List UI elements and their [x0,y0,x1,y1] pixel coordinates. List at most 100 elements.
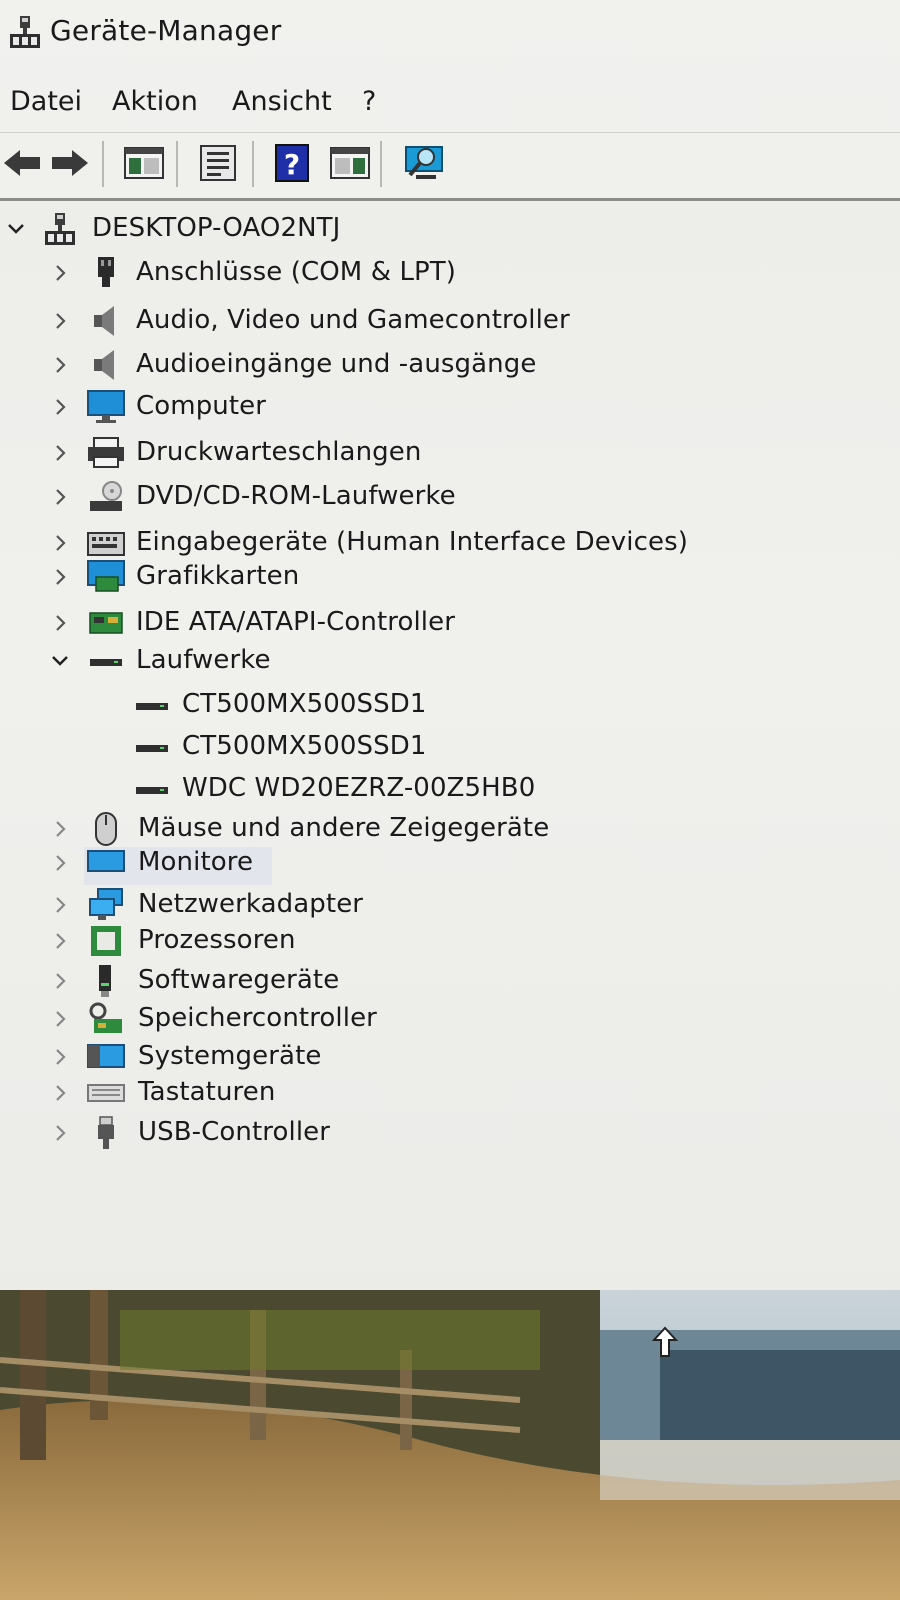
computer-network-icon [42,211,80,245]
mouse-cursor-icon [651,1326,679,1366]
drive-icon [132,771,170,805]
chevron-right-icon[interactable] [50,895,70,915]
show-hide-console-tree-icon[interactable] [122,141,166,185]
speaker-icon [88,303,126,337]
category-label: Systemgeräte [138,1041,322,1071]
tree-category-computer[interactable]: Computer [0,387,900,427]
chevron-right-icon[interactable] [50,1009,70,1029]
chevron-right-icon[interactable] [50,355,70,375]
device-manager-icon [8,14,42,50]
usb-icon [88,1115,126,1149]
tree-root-node[interactable]: DESKTOP-OAO2NTJ [0,209,900,249]
chevron-down-icon[interactable] [6,219,26,239]
menu-aktion[interactable]: Aktion [112,86,198,117]
menu-bar: Datei Aktion Ansicht ? [0,80,900,126]
category-label: Computer [136,391,267,421]
tree-category-audio-video[interactable]: Audio, Video und Gamecontroller [0,301,900,341]
chevron-right-icon[interactable] [50,853,70,873]
tree-root-label: DESKTOP-OAO2NTJ [92,213,341,243]
software-device-icon [88,963,126,997]
back-arrow-icon[interactable] [0,141,44,185]
properties-icon[interactable] [196,141,240,185]
drive-icon [86,643,124,677]
tree-category-speicher[interactable]: Speichercontroller [0,999,900,1039]
category-label: DVD/CD-ROM-Laufwerke [136,481,456,511]
device-label: CT500MX500SSD1 [182,689,427,719]
keyboard-icon [86,1075,125,1109]
category-label: Softwaregeräte [138,965,340,995]
chevron-right-icon[interactable] [50,613,70,633]
tree-category-audio-io[interactable]: Audioeingänge und -ausgänge [0,345,900,385]
tree-category-prozessoren[interactable]: Prozessoren [0,921,900,961]
tree-category-usb[interactable]: USB-Controller [0,1113,900,1153]
ide-controller-icon [86,605,124,639]
tree-category-software[interactable]: Softwaregeräte [0,961,900,1001]
category-label: Mäuse und andere Zeigegeräte [138,813,550,843]
chevron-right-icon[interactable] [50,971,70,991]
chevron-right-icon[interactable] [50,819,70,839]
toolbar: ? [0,132,900,195]
title-bar[interactable]: Geräte-Manager [0,0,900,70]
action-pane-icon[interactable] [328,141,372,185]
monitor-icon [86,845,125,879]
tree-category-tastaturen[interactable]: Tastaturen [0,1073,900,1113]
chevron-right-icon[interactable] [50,443,70,463]
tree-category-netzwerk[interactable]: Netzwerkadapter [0,885,900,925]
category-label: Tastaturen [138,1077,276,1107]
forward-arrow-icon[interactable] [48,141,92,185]
tree-category-laufwerke[interactable]: Laufwerke [0,641,900,681]
tree-device-drive[interactable]: CT500MX500SSD1 [0,727,900,767]
chevron-right-icon[interactable] [50,1047,70,1067]
device-tree[interactable]: DESKTOP-OAO2NTJ Anschlüsse (COM & LPT) A… [0,198,900,1310]
toolbar-separator [102,141,104,187]
chevron-right-icon[interactable] [50,487,70,507]
chevron-right-icon[interactable] [50,533,70,553]
menu-datei[interactable]: Datei [10,86,82,117]
port-icon [88,255,126,289]
category-label: Netzwerkadapter [138,889,364,919]
menu-help[interactable]: ? [362,86,376,117]
toolbar-separator [252,141,254,187]
chevron-right-icon[interactable] [50,397,70,417]
monitor-icon [86,389,125,423]
chevron-right-icon[interactable] [50,311,70,331]
menu-ansicht[interactable]: Ansicht [232,86,332,117]
category-label: Speichercontroller [138,1003,377,1033]
tree-category-dvd[interactable]: DVD/CD-ROM-Laufwerke [0,477,900,517]
category-label: Anschlüsse (COM & LPT) [136,257,457,287]
storage-controller-icon [86,1001,124,1035]
chevron-right-icon[interactable] [50,263,70,283]
category-label: Grafikkarten [136,561,300,591]
category-label: USB-Controller [138,1117,331,1147]
tree-device-drive[interactable]: CT500MX500SSD1 [0,685,900,725]
device-label: CT500MX500SSD1 [182,731,427,761]
drive-icon [132,729,170,763]
tree-category-grafik[interactable]: Grafikkarten [0,557,900,597]
mouse-icon [88,811,126,846]
category-label: Audioeingänge und -ausgänge [136,349,537,379]
chevron-right-icon[interactable] [50,567,70,587]
system-devices-icon [86,1039,125,1073]
tree-category-system[interactable]: Systemgeräte [0,1037,900,1077]
tree-category-ide[interactable]: IDE ATA/ATAPI-Controller [0,603,900,643]
chevron-down-icon[interactable] [50,651,70,671]
tree-category-anschluesse[interactable]: Anschlüsse (COM & LPT) [0,253,900,293]
category-label: Eingabegeräte (Human Interface Devices) [136,527,688,557]
svg-text:?: ? [284,148,300,181]
chevron-right-icon[interactable] [50,1083,70,1103]
tree-category-monitore[interactable]: Monitore [0,843,900,883]
window-title: Geräte-Manager [50,14,282,47]
tree-category-druck[interactable]: Druckwarteschlangen [0,433,900,473]
disc-drive-icon [86,479,124,513]
hid-icon [86,525,125,559]
category-label: Laufwerke [136,645,271,675]
chevron-right-icon[interactable] [50,1123,70,1143]
speaker-icon [88,347,126,381]
device-label: WDC WD20EZRZ-00Z5HB0 [182,773,536,803]
scan-hardware-icon[interactable] [402,141,446,185]
tree-device-drive[interactable]: WDC WD20EZRZ-00Z5HB0 [0,769,900,809]
category-label: Audio, Video und Gamecontroller [136,305,570,335]
chevron-right-icon[interactable] [50,931,70,951]
help-icon[interactable]: ? [270,141,314,185]
printer-icon [86,435,124,469]
